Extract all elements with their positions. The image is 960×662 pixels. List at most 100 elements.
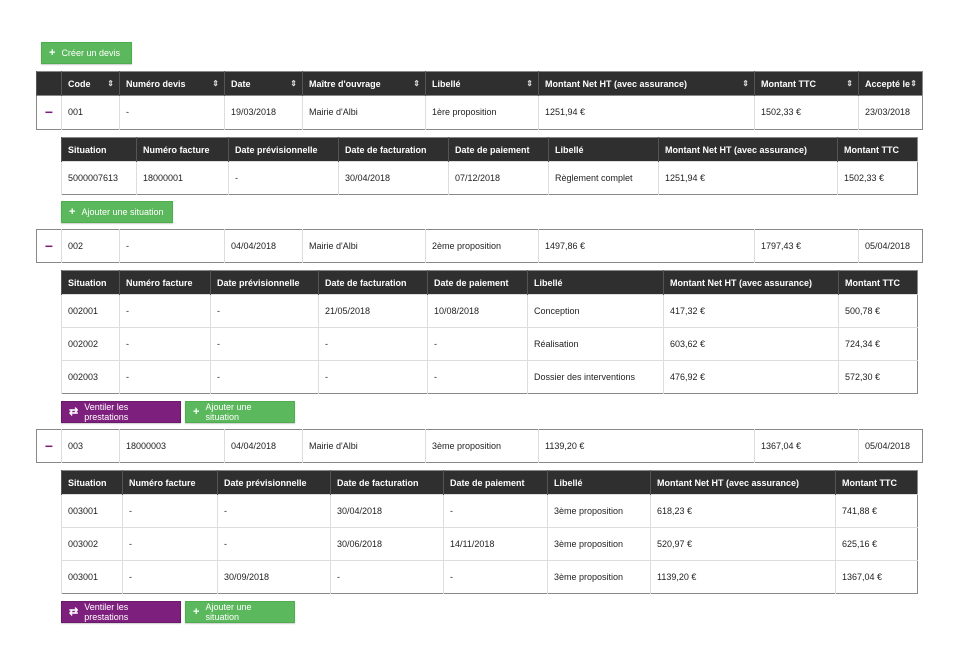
situation-column-header: Montant Net HT (avec assurance) (663, 270, 839, 295)
situation-cell: - (119, 294, 211, 328)
create-devis-label: Créer un devis (61, 48, 120, 58)
column-header[interactable]: Code ⇕ (61, 71, 120, 96)
situation-cell: - (119, 360, 211, 394)
situation-row[interactable]: 003001-30/09/2018- -3ème proposition 1139,… (61, 560, 918, 594)
devis-row[interactable]: −003 18000003 04/04/2018 Mairie d'Albi 3ème … (36, 429, 923, 463)
situation-cell: - (427, 327, 528, 361)
situation-row[interactable]: 003001- -30/04/2018-3ème proposition 618,2… (61, 494, 918, 528)
situation-column-header: Date de paiement (448, 137, 549, 162)
situation-cell: 21/05/2018 (318, 294, 428, 328)
devis-cell: 18000003 (119, 429, 225, 463)
situations-table: Situation Numéro facture Date prévisionnel… (61, 470, 918, 594)
situation-row[interactable]: 002001- -21/05/2018 10/08/2018 Conception 41… (61, 294, 918, 328)
situation-cell: 30/09/2018 (217, 560, 331, 594)
devis-cell: 1502,33 € (754, 96, 859, 129)
devis-cell: 23/03/2018 (858, 96, 923, 129)
devis-row[interactable]: −002-04/04/2018 Mairie d'Albi 2ème proposi… (36, 229, 923, 263)
situation-cell: 002003 (61, 360, 120, 394)
situation-cell: 520,97 € (650, 527, 836, 561)
devis-cell: 1797,43 € (754, 229, 859, 263)
situation-column-header: Libellé (547, 470, 651, 495)
collapse-icon[interactable]: − (36, 229, 62, 263)
add-situation-label: Ajouter une situation (205, 601, 252, 622)
situation-cell: 14/11/2018 (443, 527, 548, 561)
devis-row-table: −002-04/04/2018 Mairie d'Albi 2ème proposi… (36, 229, 923, 263)
column-header-label: Maître d'ouvrage (309, 78, 381, 89)
situation-cell: - (330, 560, 444, 594)
situation-column-header: Date prévisionnelle (210, 270, 319, 295)
situation-row[interactable]: 5000007613 18000001-30/04/2018 07/12/2018 R… (61, 161, 918, 195)
situation-row[interactable]: 002002- - - - Réalisation 603,62 €724,34 € (61, 327, 918, 361)
situation-cell: 417,32 € (663, 294, 839, 328)
ventiler-prestations-button[interactable]: ⇄ Ventiler les prestations (61, 400, 181, 423)
column-header-label: Montant TTC (761, 78, 816, 89)
devis-row[interactable]: −001-19/03/2018 Mairie d'Albi 1ère proposi… (36, 96, 923, 129)
sort-icon[interactable]: ⇕ (742, 79, 749, 88)
sort-icon[interactable]: ⇕ (413, 79, 420, 88)
add-situation-label: Ajouter une situation (205, 401, 252, 422)
situation-column-header: Date prévisionnelle (217, 470, 331, 495)
situation-cell: 07/12/2018 (448, 161, 549, 195)
ventiler-prestations-button[interactable]: ⇄ Ventiler les prestations (61, 600, 181, 623)
swap-arrows-icon: ⇄ (69, 606, 79, 619)
toggle-column-header (36, 71, 62, 96)
situation-column-header: Libellé (527, 270, 664, 295)
column-header[interactable]: Montant TTC ⇕ (754, 71, 859, 96)
add-situation-button[interactable]: + Ajouter une situation (185, 400, 295, 423)
situation-cell: 3ème proposition (547, 560, 651, 594)
sort-icon[interactable]: ⇕ (846, 79, 853, 88)
situation-cell: - (210, 327, 319, 361)
sort-icon[interactable]: ⇕ (290, 79, 297, 88)
situation-cell: - (217, 494, 331, 528)
situation-cell: Dossier des interventions (527, 360, 664, 394)
column-header-label: Date (231, 78, 251, 89)
devis-cell: 04/04/2018 (224, 429, 303, 463)
column-header[interactable]: Maître d'ouvrage ⇕ (302, 71, 426, 96)
column-header-label: Accepté le (865, 78, 911, 89)
situation-column-header: Situation (61, 270, 120, 295)
situation-cell: 003001 (61, 494, 123, 528)
situation-cell: 1251,94 € (658, 161, 838, 195)
column-header[interactable]: Montant Net HT (avec assurance) ⇕ (538, 71, 755, 96)
devis-cell: 003 (61, 429, 120, 463)
sort-icon[interactable]: ⇕ (526, 79, 533, 88)
add-situation-button[interactable]: + Ajouter une situation (185, 600, 295, 623)
column-header[interactable]: Accepté le ⇕ (858, 71, 923, 96)
collapse-icon[interactable]: − (36, 429, 62, 463)
sort-icon[interactable]: ⇕ (212, 79, 219, 88)
column-header[interactable]: Date ⇕ (224, 71, 303, 96)
situation-cell: 30/06/2018 (330, 527, 444, 561)
devis-cell: 002 (61, 229, 120, 263)
situation-row[interactable]: 002003- - - - Dossier des interventions 476,9… (61, 360, 918, 394)
situation-cell: 572,30 € (838, 360, 918, 394)
ventiler-label: Ventiler les prestations (84, 401, 129, 422)
devis-cell: 04/04/2018 (224, 229, 303, 263)
column-header[interactable]: Numéro devis ⇕ (119, 71, 225, 96)
column-header-label: Libellé (432, 78, 461, 89)
devis-cell: 05/04/2018 (858, 429, 923, 463)
add-situation-label: Ajouter une situation (81, 207, 164, 218)
sort-icon[interactable]: ⇕ (107, 79, 114, 88)
situation-cell: - (122, 527, 218, 561)
swap-arrows-icon: ⇄ (69, 406, 79, 419)
situation-column-header: Numéro facture (136, 137, 229, 162)
sort-icon[interactable]: ⇕ (910, 79, 917, 88)
situation-cell: 476,92 € (663, 360, 839, 394)
column-header-label: Numéro devis (126, 78, 186, 89)
collapse-icon[interactable]: − (36, 96, 62, 129)
devis-cell: 1139,20 € (538, 429, 755, 463)
situation-column-header: Situation (61, 470, 123, 495)
plus-icon: + (193, 405, 200, 418)
devis-cell: 05/04/2018 (858, 229, 923, 263)
situation-row[interactable]: 003002- -30/06/2018 14/11/2018 3ème proposi… (61, 527, 918, 561)
situation-cell: 003002 (61, 527, 123, 561)
add-situation-button[interactable]: + Ajouter une situation (61, 201, 173, 224)
situation-column-header: Date de facturation (338, 137, 449, 162)
devis-cell: Mairie d'Albi (302, 229, 426, 263)
situation-cell: - (443, 494, 548, 528)
create-devis-button[interactable]: + Créer un devis (41, 42, 132, 64)
column-header[interactable]: Libellé ⇕ (425, 71, 539, 96)
situation-cell: - (318, 327, 428, 361)
situation-cell: - (122, 494, 218, 528)
devis-cell: - (119, 96, 225, 129)
